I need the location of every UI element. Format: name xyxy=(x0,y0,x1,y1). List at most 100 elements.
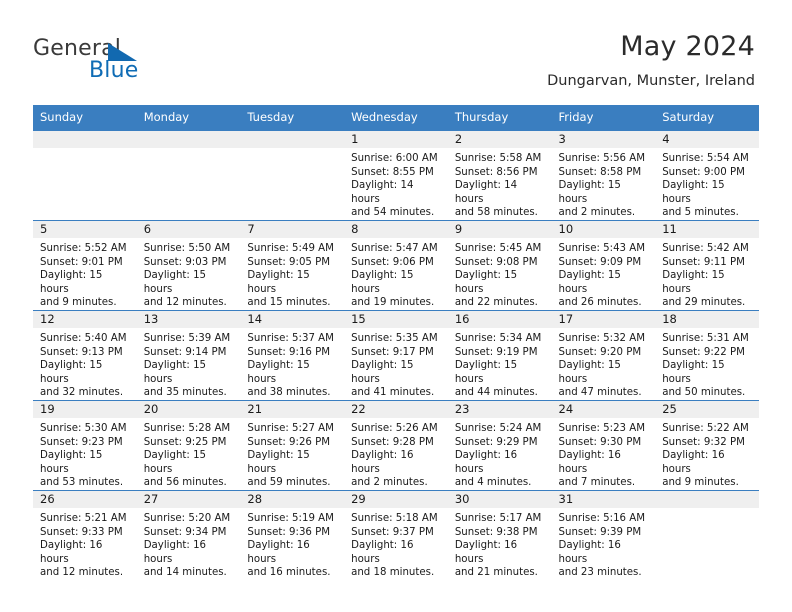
daylight-text-line1: Daylight: 14 hours xyxy=(351,180,414,205)
sunset-text: Sunset: 9:39 PM xyxy=(558,526,642,538)
daylight-text-line2: and 4 minutes. xyxy=(454,477,532,489)
day-details: Sunrise: 5:34 AM Sunset: 9:19 PM Daylight:… xyxy=(448,328,552,400)
calendar-empty-cell xyxy=(33,130,137,221)
calendar-day-cell[interactable]: 21 Sunrise: 5:27 AM Sunset: 9:26 PM Dayligh… xyxy=(240,400,345,491)
calendar-day-cell[interactable]: 25 Sunrise: 5:22 AM Sunset: 9:32 PM Dayligh… xyxy=(655,400,759,491)
day-details: Sunrise: 5:40 AM Sunset: 9:13 PM Daylight:… xyxy=(33,328,137,400)
sunset-text: Sunset: 9:34 PM xyxy=(143,526,227,538)
calendar-day-cell[interactable]: 23 Sunrise: 5:24 AM Sunset: 9:29 PM Dayligh… xyxy=(447,400,552,491)
calendar-day-cell[interactable]: 30 Sunrise: 5:17 AM Sunset: 9:38 PM Dayligh… xyxy=(447,490,552,581)
daylight-text-line1: Daylight: 16 hours xyxy=(454,540,518,565)
sunrise-text: Sunrise: 5:40 AM xyxy=(40,333,127,344)
calendar-day-cell[interactable]: 2 Sunrise: 5:58 AM Sunset: 8:56 PM Daylight… xyxy=(447,130,552,221)
day-details: Sunrise: 5:23 AM Sunset: 9:30 PM Daylight:… xyxy=(552,418,656,490)
daylight-text-line2: and 59 minutes. xyxy=(247,477,331,489)
sunrise-text: Sunrise: 5:37 AM xyxy=(247,333,334,344)
day-number: 13 xyxy=(136,311,241,328)
calendar-day-cell[interactable]: 15 Sunrise: 5:35 AM Sunset: 9:17 PM Dayligh… xyxy=(344,310,448,401)
sunrise-text: Sunrise: 5:34 AM xyxy=(454,333,542,344)
calendar-day-cell[interactable]: 13 Sunrise: 5:39 AM Sunset: 9:14 PM Dayligh… xyxy=(136,310,241,401)
calendar-empty-cell xyxy=(655,490,759,581)
daylight-text-line2: and 38 minutes. xyxy=(247,387,331,399)
day-number: 22 xyxy=(344,401,448,418)
calendar-day-cell[interactable]: 12 Sunrise: 5:40 AM Sunset: 9:13 PM Dayligh… xyxy=(33,310,137,401)
daylight-text-line2: and 26 minutes. xyxy=(558,297,642,309)
sunset-text: Sunset: 8:56 PM xyxy=(454,166,538,178)
calendar-day-cell[interactable]: 19 Sunrise: 5:30 AM Sunset: 9:23 PM Dayligh… xyxy=(33,400,137,491)
calendar-day-cell[interactable]: 8 Sunrise: 5:47 AM Sunset: 9:06 PM Daylight… xyxy=(344,220,448,311)
general-blue-logo[interactable]: General Blue xyxy=(33,36,233,86)
daylight-text-line1: Daylight: 15 hours xyxy=(247,360,310,385)
calendar-day-cell[interactable]: 26 Sunrise: 5:21 AM Sunset: 9:33 PM Dayligh… xyxy=(33,490,137,581)
day-number: 8 xyxy=(344,221,448,238)
sunset-text: Sunset: 9:19 PM xyxy=(454,346,538,358)
calendar-day-cell[interactable]: 22 Sunrise: 5:26 AM Sunset: 9:28 PM Dayligh… xyxy=(344,400,448,491)
calendar-day-cell[interactable]: 16 Sunrise: 5:34 AM Sunset: 9:19 PM Dayligh… xyxy=(447,310,552,401)
sunrise-text: Sunrise: 5:58 AM xyxy=(454,153,542,164)
calendar-day-cell[interactable]: 20 Sunrise: 5:28 AM Sunset: 9:25 PM Dayligh… xyxy=(136,400,241,491)
calendar-day-cell[interactable]: 9 Sunrise: 5:45 AM Sunset: 9:08 PM Daylight… xyxy=(447,220,552,311)
sunrise-text: Sunrise: 5:54 AM xyxy=(662,153,749,164)
day-number: 2 xyxy=(447,131,552,148)
title-block: May 2024 Dungarvan, Munster, Ireland xyxy=(547,30,755,90)
sunset-text: Sunset: 9:36 PM xyxy=(247,526,331,538)
calendar-day-cell[interactable]: 5 Sunrise: 5:52 AM Sunset: 9:01 PM Daylight… xyxy=(33,220,137,311)
daylight-text-line1: Daylight: 14 hours xyxy=(454,180,518,205)
calendar-day-cell[interactable]: 31 Sunrise: 5:16 AM Sunset: 9:39 PM Dayligh… xyxy=(551,490,656,581)
calendar-day-cell[interactable]: 6 Sunrise: 5:50 AM Sunset: 9:03 PM Daylight… xyxy=(136,220,241,311)
daylight-text-line2: and 9 minutes. xyxy=(662,477,739,489)
calendar-day-cell[interactable]: 28 Sunrise: 5:19 AM Sunset: 9:36 PM Dayligh… xyxy=(240,490,345,581)
sunrise-text: Sunrise: 5:50 AM xyxy=(143,243,231,254)
calendar-day-cell[interactable]: 18 Sunrise: 5:31 AM Sunset: 9:22 PM Dayligh… xyxy=(655,310,759,401)
weekday-header-wednesday: Wednesday xyxy=(344,105,448,131)
daylight-text-line2: and 2 minutes. xyxy=(558,207,636,219)
calendar-day-cell[interactable]: 17 Sunrise: 5:32 AM Sunset: 9:20 PM Dayligh… xyxy=(551,310,656,401)
calendar-day-cell[interactable]: 7 Sunrise: 5:49 AM Sunset: 9:05 PM Daylight… xyxy=(240,220,345,311)
sunrise-text: Sunrise: 5:56 AM xyxy=(558,153,646,164)
daylight-text-line1: Daylight: 16 hours xyxy=(558,540,621,565)
sunrise-text: Sunrise: 5:43 AM xyxy=(558,243,646,254)
daylight-text-line1: Daylight: 15 hours xyxy=(40,270,103,295)
day-details: Sunrise: 5:17 AM Sunset: 9:38 PM Daylight:… xyxy=(448,508,552,580)
calendar-day-cell[interactable]: 11 Sunrise: 5:42 AM Sunset: 9:11 PM Dayligh… xyxy=(655,220,759,311)
sunset-text: Sunset: 9:30 PM xyxy=(558,436,642,448)
calendar-day-cell[interactable]: 29 Sunrise: 5:18 AM Sunset: 9:37 PM Dayligh… xyxy=(344,490,448,581)
daylight-text-line1: Daylight: 15 hours xyxy=(351,360,414,385)
day-details: Sunrise: 6:00 AM Sunset: 8:55 PM Daylight:… xyxy=(344,148,448,220)
calendar-day-cell[interactable]: 14 Sunrise: 5:37 AM Sunset: 9:16 PM Dayligh… xyxy=(240,310,345,401)
daylight-text-line1: Daylight: 15 hours xyxy=(143,360,207,385)
daylight-text-line2: and 29 minutes. xyxy=(662,297,746,309)
day-number: 18 xyxy=(655,311,759,328)
sunset-text: Sunset: 9:08 PM xyxy=(454,256,538,268)
day-details: Sunrise: 5:28 AM Sunset: 9:25 PM Daylight:… xyxy=(137,418,241,490)
day-number: 11 xyxy=(655,221,759,238)
calendar-day-cell[interactable]: 3 Sunrise: 5:56 AM Sunset: 8:58 PM Daylight… xyxy=(551,130,656,221)
calendar-day-cell[interactable]: 1 Sunrise: 6:00 AM Sunset: 8:55 PM Daylight… xyxy=(344,130,448,221)
daylight-text-line1: Daylight: 15 hours xyxy=(40,360,103,385)
calendar-day-cell[interactable]: 10 Sunrise: 5:43 AM Sunset: 9:09 PM Dayligh… xyxy=(551,220,656,311)
day-details: Sunrise: 5:42 AM Sunset: 9:11 PM Daylight:… xyxy=(655,238,759,310)
day-details: Sunrise: 5:47 AM Sunset: 9:06 PM Daylight:… xyxy=(344,238,448,310)
day-number: 28 xyxy=(240,491,345,508)
daylight-text-line2: and 35 minutes. xyxy=(143,387,227,399)
day-number: 6 xyxy=(136,221,241,238)
daylight-text-line2: and 2 minutes. xyxy=(351,477,428,489)
sunrise-text: Sunrise: 5:19 AM xyxy=(247,513,334,524)
calendar-week-row: 12 Sunrise: 5:40 AM Sunset: 9:13 PM Dayligh… xyxy=(33,310,759,401)
sunrise-text: Sunrise: 5:45 AM xyxy=(454,243,542,254)
day-number: 31 xyxy=(551,491,656,508)
calendar-day-cell[interactable]: 24 Sunrise: 5:23 AM Sunset: 9:30 PM Dayligh… xyxy=(551,400,656,491)
sunrise-text: Sunrise: 6:00 AM xyxy=(351,153,438,164)
day-number: 26 xyxy=(33,491,137,508)
calendar-day-cell[interactable]: 27 Sunrise: 5:20 AM Sunset: 9:34 PM Dayligh… xyxy=(136,490,241,581)
sunrise-text: Sunrise: 5:30 AM xyxy=(40,423,127,434)
calendar-day-cell[interactable]: 4 Sunrise: 5:54 AM Sunset: 9:00 PM Daylight… xyxy=(655,130,759,221)
sunrise-text: Sunrise: 5:32 AM xyxy=(558,333,646,344)
daylight-text-line1: Daylight: 15 hours xyxy=(143,270,207,295)
sunset-text: Sunset: 9:37 PM xyxy=(351,526,434,538)
sunset-text: Sunset: 8:58 PM xyxy=(558,166,642,178)
weekday-header-sunday: Sunday xyxy=(33,105,137,131)
day-details: Sunrise: 5:20 AM Sunset: 9:34 PM Daylight:… xyxy=(137,508,241,580)
day-number xyxy=(33,131,137,148)
month-calendar: Sunday Monday Tuesday Wednesday Thursday… xyxy=(33,105,759,581)
